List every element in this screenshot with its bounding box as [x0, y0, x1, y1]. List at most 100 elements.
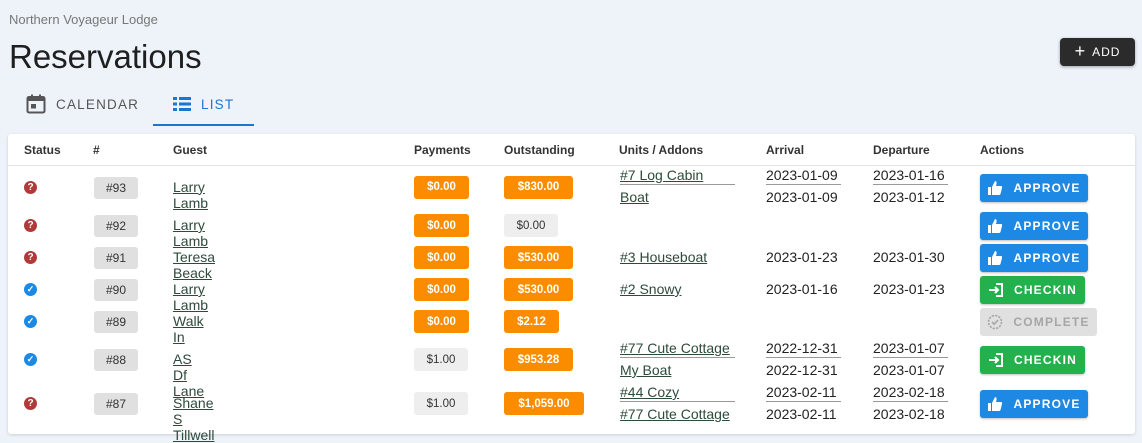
id-cell: #87 [94, 393, 138, 415]
col-status[interactable]: Status [24, 143, 61, 157]
page-title: Reservations [9, 38, 202, 75]
org-name: Northern Voyageur Lodge [9, 12, 158, 27]
check-circle-icon: ✓ [24, 283, 37, 296]
col-id[interactable]: # [93, 143, 100, 157]
check-badge-icon [987, 314, 1003, 330]
col-guest[interactable]: Guest [173, 143, 207, 157]
action-label: APPROVE [1013, 219, 1081, 233]
unit-link[interactable]: #44 Cozy [620, 384, 735, 402]
guest-link[interactable]: Larry Lamb [173, 179, 208, 211]
id-cell: #92 [94, 215, 138, 237]
action-label: CHECKIN [1013, 353, 1078, 367]
action-label: COMPLETE [1013, 315, 1090, 329]
reservation-id-chip: #91 [94, 247, 138, 269]
arrival-date: 2023-01-09 [766, 167, 841, 185]
outstanding-badge: $530.00 [504, 246, 573, 269]
unit-link[interactable]: #77 Cute Cottage [620, 406, 735, 422]
reservation-id-chip: #87 [94, 393, 138, 415]
action-label: APPROVE [1013, 251, 1081, 265]
reservation-id-chip: #88 [94, 349, 138, 371]
col-arrival[interactable]: Arrival [766, 143, 804, 157]
status-cell: ? [24, 397, 37, 410]
thumbs-up-icon [987, 218, 1003, 234]
outstanding-badge: $530.00 [504, 278, 573, 301]
status-cell: ? [24, 219, 37, 232]
thumbs-up-icon [987, 250, 1003, 266]
help-circle-icon: ? [24, 397, 37, 410]
id-cell: #89 [94, 311, 138, 333]
tab-list-label: LIST [201, 96, 235, 112]
check-circle-icon: ✓ [24, 315, 37, 328]
status-cell: ? [24, 251, 37, 264]
payments-badge: $0.00 [414, 310, 469, 333]
unit-link[interactable]: #3 Houseboat [620, 249, 735, 265]
departure-date: 2023-02-18 [873, 384, 948, 402]
check-circle-icon: ✓ [24, 353, 37, 366]
help-circle-icon: ? [24, 180, 37, 194]
unit-link[interactable]: Boat [620, 189, 735, 205]
unit-link[interactable]: #77 Cute Cottage [620, 340, 735, 358]
payments-badge: $0.00 [414, 278, 469, 301]
col-units[interactable]: Units / Addons [619, 143, 703, 157]
outstanding-badge: $0.00 [504, 214, 558, 237]
tab-list[interactable]: LIST [153, 84, 255, 126]
action-label: APPROVE [1013, 397, 1081, 411]
reservation-id-chip: #89 [94, 311, 138, 333]
arrival-date: 2023-01-16 [766, 281, 838, 297]
tab-calendar-label: CALENDAR [56, 96, 140, 112]
plus-icon: + [1074, 41, 1087, 61]
reservation-id-chip: #93 [94, 176, 138, 199]
help-circle-icon: ? [24, 251, 37, 264]
col-actions[interactable]: Actions [980, 143, 1024, 157]
arrival-date: 2022-12-31 [766, 362, 838, 378]
action-label: APPROVE [1013, 180, 1081, 195]
id-cell: #88 [94, 349, 138, 371]
arrival-date: 2023-02-11 [766, 406, 837, 422]
help-circle-icon: ? [24, 219, 37, 232]
id-cell: #90 [94, 279, 138, 301]
action-label: CHECKIN [1013, 283, 1078, 297]
col-outstanding[interactable]: Outstanding [504, 143, 575, 157]
outstanding-badge: $1,059.00 [504, 392, 584, 415]
approve-button[interactable]: APPROVE [980, 212, 1088, 240]
tab-calendar[interactable]: CALENDAR [26, 84, 139, 124]
outstanding-badge: $953.28 [504, 348, 573, 371]
status-cell: ✓ [24, 283, 37, 296]
id-cell: #91 [94, 247, 138, 269]
add-reservation-button[interactable]: + ADD [1060, 38, 1135, 66]
outstanding-badge: $830.00 [504, 175, 573, 199]
arrival-date: 2023-01-09 [766, 189, 838, 205]
checkin-button[interactable]: CHECKIN [980, 346, 1085, 374]
checkin-button[interactable]: CHECKIN [980, 276, 1085, 304]
header-divider [8, 165, 1135, 166]
guest-link[interactable]: Larry Lamb [173, 217, 208, 249]
departure-date: 2023-01-23 [873, 281, 945, 297]
arrival-date: 2023-01-23 [766, 249, 838, 265]
guest-link[interactable]: Teresa Beack [173, 249, 215, 281]
payments-badge: $0.00 [414, 214, 469, 237]
guest-link[interactable]: Walk In [173, 313, 204, 345]
thumbs-up-icon [987, 180, 1003, 196]
unit-link[interactable]: #7 Log Cabin [620, 167, 735, 185]
status-cell: ✓ [24, 353, 37, 366]
guest-link[interactable]: Shane S Tillwell [173, 395, 214, 443]
unit-link[interactable]: My Boat [620, 362, 735, 378]
login-icon [988, 352, 1004, 368]
approve-button[interactable]: APPROVE [980, 173, 1088, 202]
col-payments[interactable]: Payments [414, 143, 471, 157]
departure-date: 2023-01-12 [873, 189, 945, 205]
payments-badge: $1.00 [414, 348, 468, 371]
departure-date: 2023-01-30 [873, 249, 945, 265]
login-icon [988, 282, 1004, 298]
calendar-icon [26, 94, 46, 114]
reservation-id-chip: #90 [94, 279, 138, 301]
approve-button[interactable]: APPROVE [980, 390, 1088, 418]
guest-link[interactable]: Larry Lamb [173, 281, 208, 313]
col-departure[interactable]: Departure [873, 143, 930, 157]
reservations-table: Status # Guest Payments Outstanding Unit… [8, 134, 1135, 443]
departure-date: 2023-02-18 [873, 406, 945, 422]
approve-button[interactable]: APPROVE [980, 244, 1088, 272]
thumbs-up-icon [987, 396, 1003, 412]
unit-link[interactable]: #2 Snowy [620, 281, 735, 297]
guest-link[interactable]: AS Df Lane [173, 351, 204, 399]
